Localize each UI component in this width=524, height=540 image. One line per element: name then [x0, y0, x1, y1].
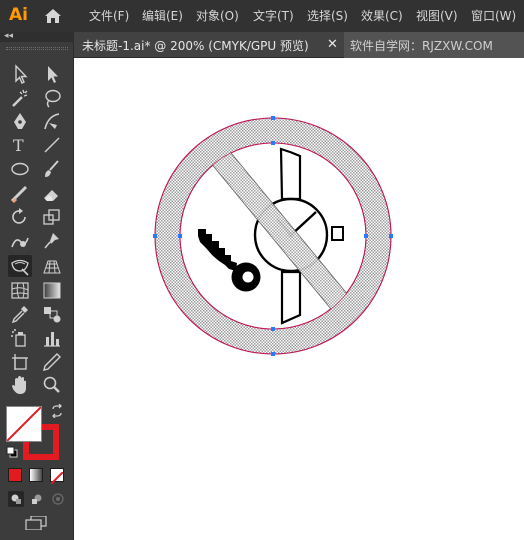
magic-wand-tool-icon[interactable] — [8, 87, 32, 109]
gradient-tool-icon[interactable] — [40, 279, 64, 301]
pin-tool-icon[interactable] — [40, 230, 64, 252]
artboard-tool-icon[interactable] — [8, 351, 32, 373]
draw-inside-icon[interactable] — [50, 491, 66, 507]
menu-edit[interactable]: 编辑(E) — [142, 8, 183, 24]
panel-grip[interactable] — [6, 47, 68, 50]
svg-text:T: T — [13, 136, 24, 155]
change-screen-mode-icon[interactable] — [25, 516, 47, 530]
menu-select[interactable]: 选择(S) — [307, 8, 348, 24]
selection-tool-icon[interactable] — [8, 63, 32, 85]
shaper-tool-icon[interactable] — [8, 183, 32, 205]
tab-document-title: 未标题-1.ai* @ 200% (CMYK/GPU 预览) — [82, 39, 309, 53]
menu-bar: Ai 文件(F) 编辑(E) 对象(O) 文字(T) 选择(S) 效果(C) 视… — [0, 0, 524, 32]
artwork[interactable] — [74, 58, 524, 540]
hand-tool-icon[interactable] — [8, 374, 32, 396]
blend-tool-icon[interactable] — [40, 303, 64, 325]
default-fill-stroke-icon[interactable] — [6, 446, 18, 458]
fill-swatch[interactable] — [6, 406, 42, 442]
menu-type[interactable]: 文字(T) — [253, 8, 294, 24]
tools-panel-header: ◂◂ — [0, 30, 74, 42]
lasso-tool-icon[interactable] — [40, 87, 64, 109]
rotate-tool-icon[interactable] — [8, 206, 32, 228]
none-mode-button[interactable] — [50, 468, 64, 485]
gradient-mode-button[interactable] — [29, 468, 43, 482]
type-tool-icon[interactable]: T — [8, 134, 32, 156]
swap-fill-stroke-icon[interactable] — [50, 404, 64, 418]
slice-tool-icon[interactable] — [40, 351, 64, 373]
puppet-warp-tool-icon[interactable] — [8, 230, 32, 252]
menu-file[interactable]: 文件(F) — [89, 8, 129, 24]
mesh-tool-icon[interactable] — [8, 279, 32, 301]
key-icon[interactable] — [198, 229, 261, 292]
menu-view[interactable]: 视图(V) — [416, 8, 458, 24]
document-tab-bar: 未标题-1.ai* @ 200% (CMYK/GPU 预览) ✕ 软件自学网：R… — [74, 32, 524, 58]
ellipse-tool-icon[interactable] — [8, 158, 32, 180]
free-transform-tool-icon[interactable] — [8, 255, 32, 277]
home-icon[interactable] — [43, 6, 63, 26]
tools-panel: ◂◂ T — [0, 30, 74, 540]
watermark-text: 软件自学网：RJZXW.COM — [350, 39, 493, 53]
menu-window[interactable]: 窗口(W) — [471, 8, 516, 24]
collapse-panel-icon[interactable]: ◂◂ — [4, 30, 13, 42]
paintbrush-tool-icon[interactable] — [40, 158, 64, 180]
line-segment-tool-icon[interactable] — [40, 134, 64, 156]
color-mode-button[interactable] — [8, 468, 22, 482]
tab-document[interactable]: 未标题-1.ai* @ 200% (CMYK/GPU 预览) ✕ — [74, 32, 344, 58]
pen-tool-icon[interactable] — [8, 110, 32, 132]
menu-object[interactable]: 对象(O) — [196, 8, 239, 24]
column-graph-tool-icon[interactable] — [40, 327, 64, 349]
canvas-area[interactable] — [74, 58, 524, 540]
scale-tool-icon[interactable] — [40, 206, 64, 228]
eraser-tool-icon[interactable] — [40, 183, 64, 205]
menu-effect[interactable]: 效果(C) — [361, 8, 403, 24]
curvature-tool-icon[interactable] — [40, 110, 64, 132]
app-logo: Ai — [9, 5, 28, 25]
perspective-grid-tool-icon[interactable] — [40, 255, 64, 277]
draw-behind-icon[interactable] — [29, 491, 45, 507]
direct-selection-tool-icon[interactable] — [40, 63, 64, 85]
draw-normal-icon[interactable] — [8, 491, 24, 507]
tab-close-button[interactable]: ✕ — [327, 37, 338, 52]
zoom-tool-icon[interactable] — [40, 374, 64, 396]
eyedropper-tool-icon[interactable] — [8, 303, 32, 325]
symbol-sprayer-tool-icon[interactable] — [8, 327, 32, 349]
